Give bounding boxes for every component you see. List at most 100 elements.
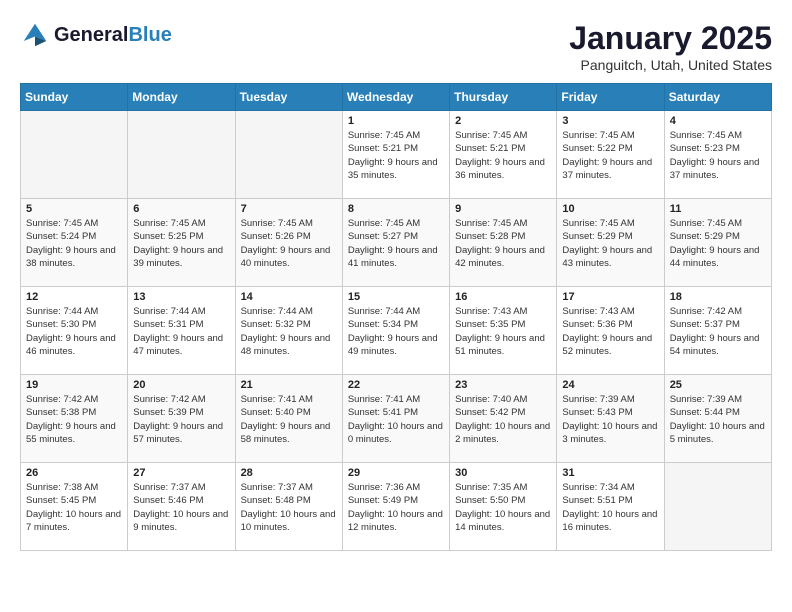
calendar-cell: 21 Sunrise: 7:41 AM Sunset: 5:40 PM Dayli… [235,375,342,463]
day-number: 16 [455,291,551,303]
calendar-cell [235,111,342,199]
calendar-table: SundayMondayTuesdayWednesdayThursdayFrid… [20,83,772,551]
day-number: 9 [455,203,551,215]
day-info: Sunrise: 7:38 AM Sunset: 5:45 PM Dayligh… [26,481,122,534]
calendar-cell [128,111,235,199]
calendar-cell: 10 Sunrise: 7:45 AM Sunset: 5:29 PM Dayli… [557,199,664,287]
header-day-sunday: Sunday [21,84,128,111]
page-header: GeneralBlue January 2025 Panguitch, Utah… [20,20,772,73]
day-number: 22 [348,379,444,391]
day-number: 30 [455,467,551,479]
header-day-wednesday: Wednesday [342,84,449,111]
day-info: Sunrise: 7:41 AM Sunset: 5:40 PM Dayligh… [241,393,337,446]
logo-icon [20,20,50,50]
day-info: Sunrise: 7:37 AM Sunset: 5:46 PM Dayligh… [133,481,229,534]
calendar-cell: 30 Sunrise: 7:35 AM Sunset: 5:50 PM Dayli… [450,463,557,551]
header-day-thursday: Thursday [450,84,557,111]
day-number: 31 [562,467,658,479]
day-number: 10 [562,203,658,215]
day-info: Sunrise: 7:39 AM Sunset: 5:43 PM Dayligh… [562,393,658,446]
day-info: Sunrise: 7:45 AM Sunset: 5:23 PM Dayligh… [670,129,766,182]
day-info: Sunrise: 7:45 AM Sunset: 5:28 PM Dayligh… [455,217,551,270]
day-info: Sunrise: 7:37 AM Sunset: 5:48 PM Dayligh… [241,481,337,534]
calendar-cell: 23 Sunrise: 7:40 AM Sunset: 5:42 PM Dayli… [450,375,557,463]
calendar-cell: 14Sunrise: 7:44 AM Sunset: 5:32 PM Dayli… [235,287,342,375]
day-number: 12 [26,291,122,303]
header-day-tuesday: Tuesday [235,84,342,111]
day-info: Sunrise: 7:45 AM Sunset: 5:29 PM Dayligh… [562,217,658,270]
calendar-cell: 28 Sunrise: 7:37 AM Sunset: 5:48 PM Dayli… [235,463,342,551]
calendar-cell: 15 Sunrise: 7:44 AM Sunset: 5:34 PM Dayli… [342,287,449,375]
header-day-saturday: Saturday [664,84,771,111]
week-row-2: 5Sunrise: 7:45 AM Sunset: 5:24 PM Daylig… [21,199,772,287]
day-info: Sunrise: 7:45 AM Sunset: 5:22 PM Dayligh… [562,129,658,182]
calendar-body: 1 Sunrise: 7:45 AM Sunset: 5:21 PM Daylig… [21,111,772,551]
day-number: 8 [348,203,444,215]
header-day-friday: Friday [557,84,664,111]
day-number: 4 [670,115,766,127]
day-number: 25 [670,379,766,391]
day-number: 14 [241,291,337,303]
calendar-cell: 24 Sunrise: 7:39 AM Sunset: 5:43 PM Dayli… [557,375,664,463]
calendar-cell: 22Sunrise: 7:41 AM Sunset: 5:41 PM Dayli… [342,375,449,463]
calendar-cell: 31Sunrise: 7:34 AM Sunset: 5:51 PM Dayli… [557,463,664,551]
calendar-title: January 2025 [569,20,772,57]
header-day-monday: Monday [128,84,235,111]
day-number: 28 [241,467,337,479]
calendar-cell: 4 Sunrise: 7:45 AM Sunset: 5:23 PM Daylig… [664,111,771,199]
day-number: 1 [348,115,444,127]
day-number: 29 [348,467,444,479]
logo-blue: Blue [128,24,171,46]
calendar-cell: 26Sunrise: 7:38 AM Sunset: 5:45 PM Dayli… [21,463,128,551]
day-info: Sunrise: 7:42 AM Sunset: 5:37 PM Dayligh… [670,305,766,358]
day-number: 3 [562,115,658,127]
logo-general: General [54,24,128,46]
calendar-cell: 5Sunrise: 7:45 AM Sunset: 5:24 PM Daylig… [21,199,128,287]
title-block: January 2025 Panguitch, Utah, United Sta… [569,20,772,73]
calendar-cell: 12Sunrise: 7:44 AM Sunset: 5:30 PM Dayli… [21,287,128,375]
day-info: Sunrise: 7:39 AM Sunset: 5:44 PM Dayligh… [670,393,766,446]
week-row-5: 26Sunrise: 7:38 AM Sunset: 5:45 PM Dayli… [21,463,772,551]
calendar-header: SundayMondayTuesdayWednesdayThursdayFrid… [21,84,772,111]
day-number: 27 [133,467,229,479]
calendar-cell: 13Sunrise: 7:44 AM Sunset: 5:31 PM Dayli… [128,287,235,375]
day-info: Sunrise: 7:45 AM Sunset: 5:21 PM Dayligh… [348,129,444,182]
day-info: Sunrise: 7:44 AM Sunset: 5:34 PM Dayligh… [348,305,444,358]
calendar-cell [664,463,771,551]
day-number: 17 [562,291,658,303]
day-number: 19 [26,379,122,391]
day-info: Sunrise: 7:45 AM Sunset: 5:27 PM Dayligh… [348,217,444,270]
day-number: 2 [455,115,551,127]
calendar-cell: 8 Sunrise: 7:45 AM Sunset: 5:27 PM Daylig… [342,199,449,287]
calendar-cell [21,111,128,199]
day-number: 11 [670,203,766,215]
week-row-1: 1 Sunrise: 7:45 AM Sunset: 5:21 PM Daylig… [21,111,772,199]
calendar-cell: 19 Sunrise: 7:42 AM Sunset: 5:38 PM Dayli… [21,375,128,463]
day-number: 21 [241,379,337,391]
day-info: Sunrise: 7:45 AM Sunset: 5:29 PM Dayligh… [670,217,766,270]
header-row: SundayMondayTuesdayWednesdayThursdayFrid… [21,84,772,111]
day-number: 6 [133,203,229,215]
calendar-cell: 29 Sunrise: 7:36 AM Sunset: 5:49 PM Dayli… [342,463,449,551]
day-number: 20 [133,379,229,391]
day-number: 24 [562,379,658,391]
calendar-cell: 9 Sunrise: 7:45 AM Sunset: 5:28 PM Daylig… [450,199,557,287]
calendar-cell: 27 Sunrise: 7:37 AM Sunset: 5:46 PM Dayli… [128,463,235,551]
day-info: Sunrise: 7:43 AM Sunset: 5:35 PM Dayligh… [455,305,551,358]
day-info: Sunrise: 7:44 AM Sunset: 5:31 PM Dayligh… [133,305,229,358]
day-info: Sunrise: 7:40 AM Sunset: 5:42 PM Dayligh… [455,393,551,446]
day-info: Sunrise: 7:35 AM Sunset: 5:50 PM Dayligh… [455,481,551,534]
logo: GeneralBlue [20,20,172,50]
calendar-cell: 6Sunrise: 7:45 AM Sunset: 5:25 PM Daylig… [128,199,235,287]
day-number: 23 [455,379,551,391]
calendar-cell: 20Sunrise: 7:42 AM Sunset: 5:39 PM Dayli… [128,375,235,463]
calendar-cell: 18Sunrise: 7:42 AM Sunset: 5:37 PM Dayli… [664,287,771,375]
calendar-cell: 7Sunrise: 7:45 AM Sunset: 5:26 PM Daylig… [235,199,342,287]
day-number: 15 [348,291,444,303]
day-info: Sunrise: 7:42 AM Sunset: 5:38 PM Dayligh… [26,393,122,446]
day-info: Sunrise: 7:45 AM Sunset: 5:24 PM Dayligh… [26,217,122,270]
calendar-cell: 16 Sunrise: 7:43 AM Sunset: 5:35 PM Dayli… [450,287,557,375]
day-info: Sunrise: 7:36 AM Sunset: 5:49 PM Dayligh… [348,481,444,534]
day-info: Sunrise: 7:45 AM Sunset: 5:26 PM Dayligh… [241,217,337,270]
week-row-3: 12Sunrise: 7:44 AM Sunset: 5:30 PM Dayli… [21,287,772,375]
